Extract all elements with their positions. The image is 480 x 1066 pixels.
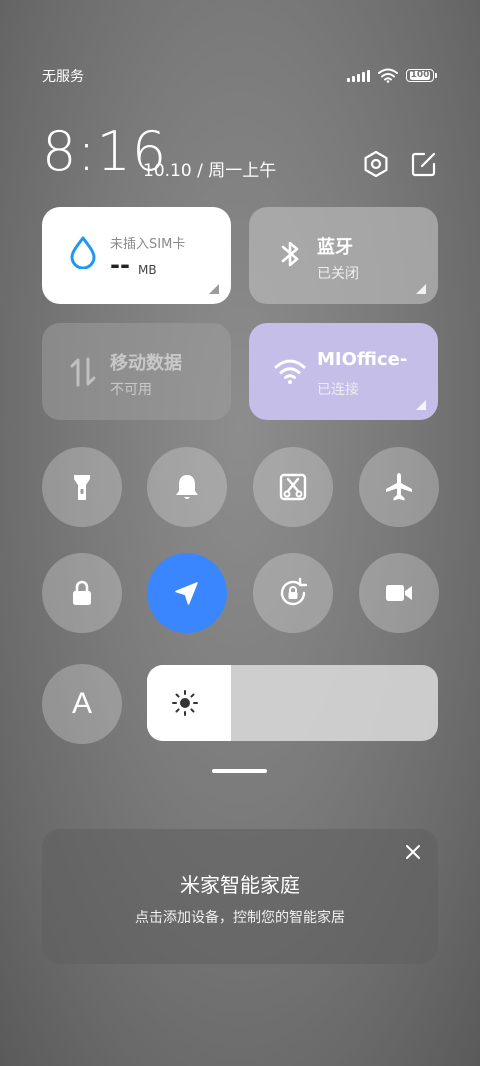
- bluetooth-tile[interactable]: 蓝牙 已关闭: [249, 207, 438, 304]
- drag-handle[interactable]: [212, 769, 267, 773]
- mijia-smart-home-card[interactable]: 米家智能家庭 点击添加设备，控制您的智能家居: [42, 829, 438, 964]
- auto-brightness-button[interactable]: A: [42, 664, 122, 744]
- wifi-tile[interactable]: MIOffice- 已连接: [249, 323, 438, 420]
- data-usage-tile[interactable]: 未插入SIM卡 -- MB: [42, 207, 231, 304]
- bluetooth-label: 蓝牙: [317, 237, 353, 258]
- wifi-status: 已连接: [317, 382, 359, 398]
- carrier-label: 无服务: [42, 69, 84, 85]
- airplane-mode-toggle[interactable]: [359, 447, 439, 527]
- rotation-lock-icon: [280, 577, 308, 606]
- data-usage-unit: MB: [138, 263, 157, 277]
- mobile-data-tile[interactable]: 移动数据 不可用: [42, 323, 231, 420]
- battery-icon: 100: [406, 69, 437, 82]
- location-icon: [175, 582, 198, 605]
- settings-icon[interactable]: [362, 150, 390, 178]
- auto-brightness-label: A: [71, 687, 92, 720]
- screen-recorder-toggle[interactable]: [359, 553, 439, 633]
- screenshot-icon: [279, 473, 307, 501]
- location-toggle[interactable]: [147, 553, 227, 633]
- video-camera-icon: [386, 585, 412, 601]
- mijia-subtitle: 点击添加设备，控制您的智能家居: [135, 910, 345, 926]
- data-usage-label: 未插入SIM卡: [110, 237, 186, 252]
- wifi-icon: [378, 68, 398, 83]
- rotation-lock-toggle[interactable]: [253, 553, 333, 633]
- brightness-slider[interactable]: [147, 665, 438, 741]
- tile-expand-corner: [209, 284, 219, 294]
- tile-expand-corner: [416, 400, 426, 410]
- tile-expand-corner: [416, 284, 426, 294]
- edit-icon[interactable]: [410, 150, 438, 178]
- flashlight-toggle[interactable]: [42, 447, 122, 527]
- close-icon[interactable]: [404, 843, 422, 861]
- lock-icon: [73, 580, 91, 605]
- bluetooth-icon: [281, 241, 299, 267]
- data-usage-value: --: [110, 251, 130, 279]
- airplane-icon: [386, 473, 412, 501]
- wifi-icon: [274, 359, 306, 384]
- screenshot-toggle[interactable]: [253, 447, 333, 527]
- status-icons: 100: [347, 68, 437, 83]
- status-bar: 无服务 100: [42, 66, 438, 88]
- water-drop-icon: [70, 236, 96, 269]
- mijia-title: 米家智能家庭: [180, 873, 300, 897]
- bluetooth-status: 已关闭: [317, 266, 359, 282]
- sun-icon: [172, 690, 198, 716]
- mobile-data-icon: [70, 357, 96, 387]
- lock-screen-toggle[interactable]: [42, 553, 122, 633]
- mobile-data-label: 移动数据: [110, 353, 182, 374]
- bell-icon: [176, 475, 198, 499]
- battery-level: 100: [409, 70, 431, 80]
- wifi-network-label: MIOffice-: [317, 349, 408, 370]
- clock-date: 10.10 / 周一上午: [143, 161, 277, 181]
- ring-toggle[interactable]: [147, 447, 227, 527]
- flashlight-icon: [74, 475, 90, 500]
- signal-icon: [347, 69, 370, 82]
- mobile-data-status: 不可用: [110, 382, 152, 398]
